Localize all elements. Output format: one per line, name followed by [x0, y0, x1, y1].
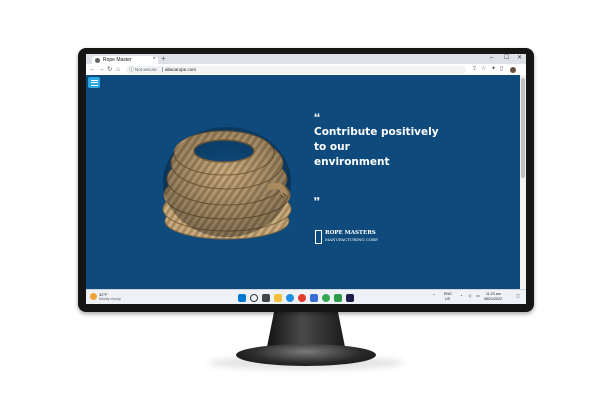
spreadsheet-app-icon[interactable] — [334, 293, 342, 302]
wifi-icon[interactable]: ◔ — [460, 293, 462, 298]
photoshop-app-icon[interactable] — [346, 293, 354, 302]
menu-bar-line — [90, 82, 98, 84]
tray-region[interactable]: US — [445, 297, 450, 302]
edge-browser-icon[interactable] — [286, 293, 294, 302]
new-tab-button[interactable]: + — [161, 55, 166, 63]
opera-browser-icon[interactable] — [298, 293, 306, 302]
maximize-button[interactable]: ☐ — [504, 54, 509, 63]
notification-icon[interactable]: ▢ — [516, 293, 520, 298]
scrollbar-thumb[interactable] — [521, 78, 525, 178]
back-button[interactable]: ← — [89, 65, 96, 74]
open-quote-mark: ❛❛ — [314, 112, 320, 122]
hero-headline: Contribute positively to our environment — [314, 125, 454, 170]
page-hero: ❛❛ Contribute positively to our environm… — [86, 75, 520, 289]
headline-line-2: to our — [314, 141, 350, 153]
extensions-icon[interactable]: ✦ — [491, 65, 496, 74]
url-text[interactable]: abacarope.com — [165, 66, 196, 74]
browser-tabstrip: Rope Master × + – ☐ ✕ — [86, 54, 526, 64]
browser-tab[interactable]: Rope Master × — [92, 56, 158, 64]
speaker-icon[interactable]: ◁ — [468, 293, 471, 298]
file-explorer-icon[interactable] — [274, 293, 282, 302]
forward-button[interactable]: → — [98, 65, 105, 74]
store-icon[interactable] — [310, 293, 318, 302]
address-bar[interactable]: ⓘ Not secure abacarope.com — [126, 65, 466, 74]
menu-bar-line — [90, 79, 98, 81]
bookmark-star-icon[interactable]: ☆ — [481, 65, 486, 74]
menu-bar-line — [90, 84, 98, 86]
task-view-icon[interactable] — [262, 293, 270, 302]
start-windows-icon[interactable] — [238, 293, 246, 302]
page-scrollbar[interactable] — [520, 75, 526, 289]
chrome-browser-icon[interactable] — [322, 293, 330, 302]
security-label: Not secure — [135, 66, 157, 72]
home-button[interactable]: ⌂ — [116, 65, 120, 74]
monitor-stand-base — [236, 344, 376, 366]
hamburger-menu-button[interactable] — [88, 77, 100, 88]
share-icon[interactable]: ⇪ — [472, 65, 477, 74]
coiled-rope-image — [162, 127, 292, 240]
weather-description: Mostly cloudy — [99, 297, 121, 301]
os-taskbar: 32°F Mostly cloudy ⌃ ENG US ◔ ◁ ▭ 11:23 … — [86, 289, 526, 304]
headline-line-1: Contribute positively — [314, 126, 439, 138]
minimize-button[interactable]: – — [490, 54, 493, 63]
headline-line-3: environment — [314, 156, 390, 168]
logo-name: ROPE MASTERS — [325, 230, 376, 236]
tray-language[interactable]: ENG — [444, 292, 452, 297]
logo-subtitle: MANUFACTURING CORP. — [325, 237, 379, 242]
tray-up-arrow-icon[interactable]: ⌃ — [432, 293, 435, 298]
weather-sun-icon[interactable] — [90, 293, 97, 300]
battery-icon[interactable]: ▭ — [476, 293, 480, 298]
sidepanel-icon[interactable]: ▯ — [500, 65, 503, 74]
divider — [162, 67, 163, 72]
warning-icon: ⓘ — [129, 66, 135, 73]
tab-title: Rope Master — [103, 56, 132, 63]
reload-button[interactable]: ↻ — [107, 65, 112, 74]
logo-emblem-icon — [315, 230, 322, 244]
close-tab-icon[interactable]: × — [152, 56, 156, 63]
close-window-button[interactable]: ✕ — [517, 54, 522, 63]
globe-icon — [95, 57, 100, 63]
monitor-screen: Rope Master × + – ☐ ✕ ← → ↻ ⌂ ⓘ Not secu… — [86, 54, 526, 304]
profile-avatar[interactable] — [510, 66, 516, 73]
close-quote-mark: ❜❜ — [314, 196, 320, 206]
clock-time[interactable]: 11:23 am — [486, 292, 501, 297]
company-logo[interactable]: ROPE MASTERS MANUFACTURING CORP. — [315, 229, 395, 247]
clock-date[interactable]: 06/21/2022 — [484, 297, 502, 302]
search-icon[interactable] — [250, 293, 258, 302]
